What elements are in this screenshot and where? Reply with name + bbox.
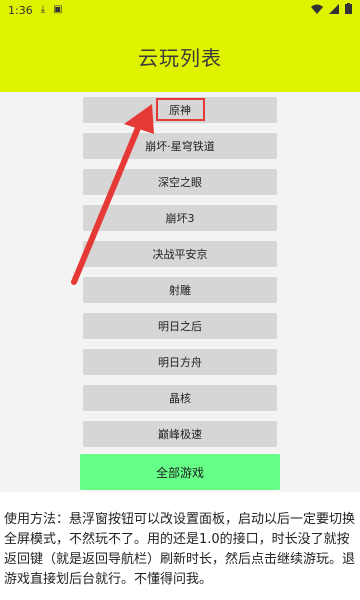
download-icon: ⤓ xyxy=(40,4,46,15)
battery-icon xyxy=(345,3,352,17)
status-time: 1:36 xyxy=(8,3,33,17)
game-button-jinghe[interactable]: 晶核 xyxy=(83,385,277,411)
status-left: 1:36 ⤓ ▣ xyxy=(8,4,63,17)
signal-icon xyxy=(329,3,339,17)
usage-description: 使用方法：悬浮窗按钮可以改设置面板，启动以后一定要切换全屏模式，不然玩不了。用的… xyxy=(4,512,356,587)
game-button-honkai3[interactable]: 崩坏3 xyxy=(83,205,277,231)
game-button-lifeafter[interactable]: 明日之后 xyxy=(83,313,277,339)
status-right xyxy=(311,3,352,17)
game-button-shediao[interactable]: 射雕 xyxy=(83,277,277,303)
game-button-aether-gazer[interactable]: 深空之眼 xyxy=(83,169,277,195)
wifi-icon xyxy=(311,4,323,17)
status-bar: 1:36 ⤓ ▣ xyxy=(0,0,360,20)
game-button-ace-racer[interactable]: 巅峰极速 xyxy=(83,421,277,447)
game-button-starrail[interactable]: 崩坏·星穹铁道 xyxy=(83,133,277,159)
game-button-onmyoji-arena[interactable]: 决战平安京 xyxy=(83,241,277,267)
highlight-box xyxy=(156,98,205,121)
notification-icon: ▣ xyxy=(53,4,63,15)
app-bar: 云玩列表 xyxy=(0,20,360,92)
game-button-arknights[interactable]: 明日方舟 xyxy=(83,349,277,375)
all-games-button[interactable]: 全部游戏 xyxy=(80,454,280,490)
page-title: 云玩列表 xyxy=(138,45,222,70)
